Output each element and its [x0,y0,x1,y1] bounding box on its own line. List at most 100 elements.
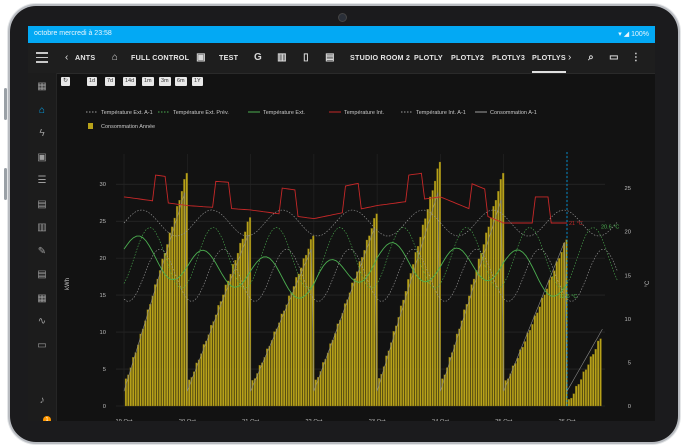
tab-studio-room-2[interactable]: STUDIO ROOM 2 [350,43,410,73]
range-button-3m[interactable]: 3m [159,77,171,86]
history-icon[interactable]: ▤ [35,269,49,281]
tab-test[interactable]: TEST [219,43,238,73]
bar-d3-13 [346,299,349,407]
calendar-icon[interactable]: ▥ [35,222,49,234]
bar-d3-20 [363,249,366,407]
menu-icon[interactable] [36,52,48,63]
chevron-right-icon[interactable]: › [568,43,571,73]
bar-d4-11 [404,291,407,407]
y-right-label: °C [645,280,651,287]
bar-d7-3 [575,385,578,407]
bar-d1-5 [200,353,203,407]
badge-icon[interactable]: ▣ [35,152,49,164]
bar-d1-21 [239,242,242,407]
legend-label-3: Température Int. [344,110,385,116]
y-left-tick-6: 30 [100,182,106,188]
bar-d6-13 [536,312,539,407]
chevron-left-icon[interactable]: ‹ [65,43,68,73]
annotation-temp-ext-prev: 20.6 °C [601,224,619,230]
bar-d4-17 [419,236,422,407]
bar-d3-11 [341,313,344,407]
range-button-14d[interactable]: 14d [123,77,137,86]
legend-label-1: Température Ext. Prév. [173,110,229,116]
image-icon[interactable]: ▤ [322,43,338,73]
bar-d5-13 [472,278,476,407]
logbook-icon[interactable]: ▤ [35,199,49,211]
bar-d6-11 [531,324,534,407]
bar-d7-11 [594,348,597,407]
bar-d6-6 [519,349,522,407]
x-tick-3: 22 Oct [305,419,322,421]
y-right-tick-2: 10 [625,317,631,323]
range-button-1d[interactable]: 1d [87,77,98,86]
tab-plotly3[interactable]: PLOTLY3 [492,43,525,73]
bar-d6-16 [543,294,546,407]
refresh-icon[interactable]: ↻ [61,77,70,86]
bar-d1-22 [241,238,244,407]
tab-ants[interactable]: ANTS [75,43,95,73]
bar-d3-5 [326,352,330,407]
tab-plotly[interactable]: PLOTLY [414,43,443,73]
bar-d2-6 [266,348,269,407]
bar-d1-13 [219,301,222,407]
bar-d1-2 [193,371,196,407]
x-tick-5: 24 Oct [432,419,449,421]
bar-d1-20 [236,252,239,407]
tab-plotly2[interactable]: PLOTLY2 [451,43,484,73]
range-button-7d[interactable]: 7d [105,77,116,86]
y-left-tick-2: 10 [100,330,106,336]
bar-d4-19 [424,218,427,407]
bar-d0-11 [151,295,154,407]
tab-full-control[interactable]: FULL CONTROL [131,43,189,73]
more-vertical-icon[interactable]: ⋮ [628,43,644,73]
wrench-icon[interactable]: ✎ [35,246,49,258]
range-button-1y[interactable]: 1Y [192,77,203,86]
bar-d4-6 [392,331,395,407]
bar-d6-21 [555,261,558,407]
x-tick-2: 21 Oct [242,419,259,421]
chart-card: Température Ext. A-1 Température Ext. Pré… [57,104,655,421]
bar-d0-3 [132,357,135,407]
home-icon[interactable]: ⌂ [35,105,49,117]
assist-icon[interactable]: ▭ [606,43,622,73]
bar-d5-21 [492,205,495,407]
bar-d6-7 [521,346,524,407]
bell-icon[interactable]: ♪ [35,395,49,407]
bar-d6-15 [541,297,544,407]
plotly-chart[interactable]: Température Ext. A-1 Température Ext. Pré… [57,104,655,421]
list-icon[interactable]: ☰ [35,175,49,187]
google-icon[interactable]: G [250,43,266,73]
bar-d0-10 [149,304,152,407]
bar-d1-7 [205,340,208,407]
tv-icon[interactable]: ▣ [193,43,209,73]
sofa-icon[interactable]: ⌂ [107,43,123,73]
bar-d6-17 [545,288,549,407]
bar-d6-4 [514,363,517,407]
range-button-1m[interactable]: 1m [142,77,154,86]
bar-d6-20 [553,270,556,407]
bar-d7-0 [567,399,570,407]
overview-icon[interactable]: ▦ [35,81,49,93]
bar-d1-19 [234,259,237,407]
energy-icon[interactable]: ϟ [35,128,49,140]
bar-d3-22 [368,235,371,407]
y-right-tick-3: 15 [625,273,631,279]
office-icon[interactable]: ▦ [35,293,49,305]
clipboard-icon[interactable]: ▭ [35,340,49,352]
bar-d6-18 [548,279,551,407]
bar-d3-15 [351,282,354,407]
tab-plotlys[interactable]: PLOTLYS [532,43,566,73]
bar-d6-5 [516,357,519,407]
legend-label-6: Consommation Année [101,124,155,130]
range-button-6m[interactable]: 6m [175,77,187,86]
bar-d1-11 [214,314,218,407]
bar-d2-19 [297,273,300,407]
bar-d7-13 [599,338,602,407]
bar-d0-8 [144,320,147,407]
search-icon[interactable]: ⌕ [583,43,599,73]
cellphone-icon[interactable]: ▯ [298,43,314,73]
bar-chart-icon[interactable]: ▥ [274,43,290,73]
chart-line-icon[interactable]: ∿ [35,316,49,328]
screen: octobre mercredi à 23:58 ▾ ◢ 100% ‹ ANTS… [28,26,655,421]
bar-d1-16 [227,280,230,407]
